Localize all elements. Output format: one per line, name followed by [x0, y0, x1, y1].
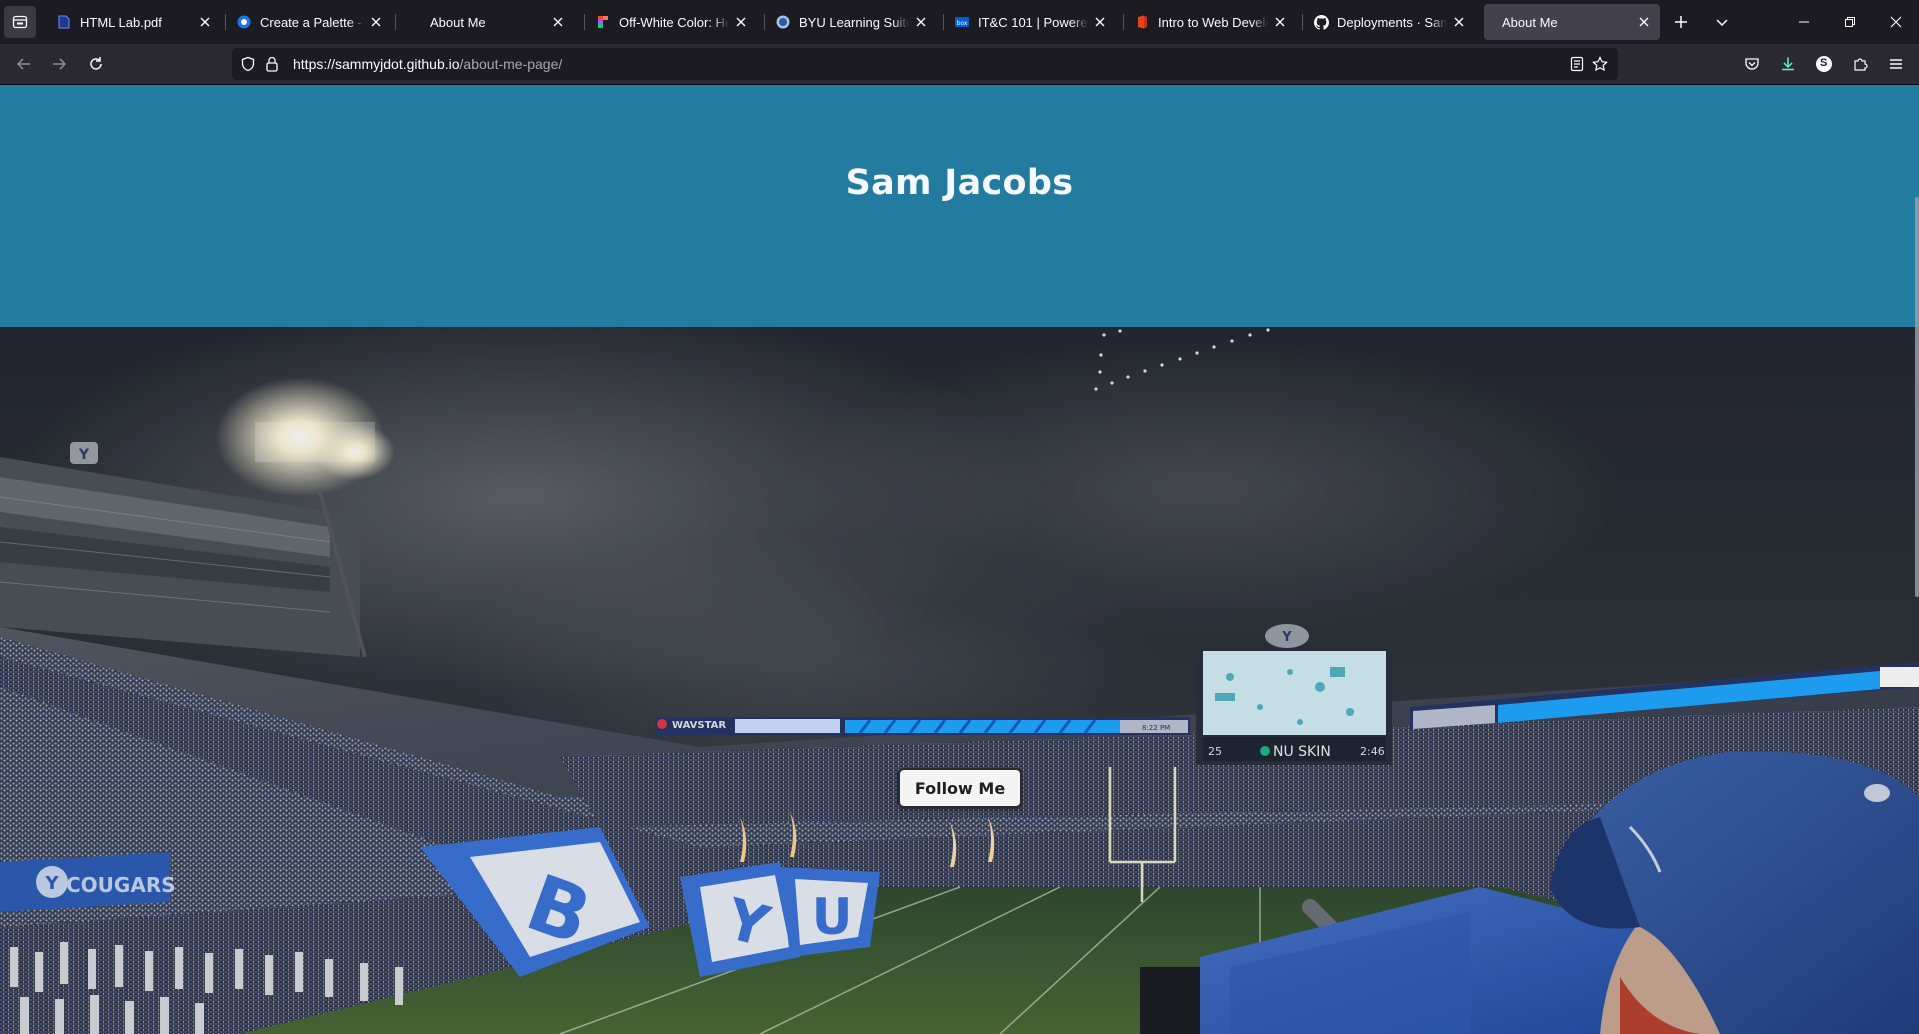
tab-title: About Me	[430, 14, 486, 30]
navigation-toolbar: https://sammyjdot.github.io/about-me-pag…	[0, 44, 1919, 85]
extensions-button[interactable]	[1844, 48, 1876, 80]
page-scrollbar[interactable]	[1915, 197, 1919, 597]
tab-about-me[interactable]: About Me	[395, 4, 574, 40]
stadium-photo: Y 8:22 PM WAVSTAR 25 NU SKIN 2:46 Y COUG…	[0, 327, 1919, 1034]
lock-icon[interactable]	[262, 54, 282, 74]
follow-me-button[interactable]: Follow Me	[898, 768, 1022, 808]
tab-title: HTML Lab.pdf	[80, 14, 162, 30]
page-icon	[406, 14, 422, 30]
list-all-tabs-button[interactable]	[1706, 6, 1738, 38]
box-icon: box	[954, 14, 970, 30]
tab-itc-101[interactable]: box IT&C 101 | Powered by Box	[943, 4, 1116, 40]
app-menu-button[interactable]	[1880, 48, 1912, 80]
page-header: Sam Jacobs	[0, 85, 1919, 327]
page-viewport: Sam Jacobs Y 8:22 PM WAVSTAR 25 NU SKIN …	[0, 85, 1919, 1034]
forward-button[interactable]	[43, 48, 75, 80]
tab-title: Intro to Web Development	[1158, 14, 1268, 30]
address-bar[interactable]: https://sammyjdot.github.io/about-me-pag…	[232, 48, 1618, 80]
tab-title: Create a Palette - Coolors	[260, 14, 364, 30]
close-window-button[interactable]	[1873, 0, 1919, 44]
url-host: https://sammyjdot.github.io	[293, 56, 460, 72]
tracking-protection-icon[interactable]	[238, 54, 258, 74]
firefox-view-button[interactable]	[4, 6, 36, 38]
restore-button[interactable]	[1827, 0, 1873, 44]
minimize-button[interactable]	[1781, 0, 1827, 44]
coolors-icon	[236, 14, 252, 30]
office-icon	[1134, 14, 1150, 30]
tab-title: BYU Learning Suite	[799, 14, 909, 30]
back-arrow-icon	[16, 58, 30, 70]
tab-off-white[interactable]: Off-White Color: Hex Code	[584, 4, 757, 40]
restore-icon	[1845, 17, 1855, 27]
forward-arrow-icon	[53, 58, 67, 70]
pocket-button[interactable]	[1736, 48, 1768, 80]
reader-view-icon[interactable]	[1567, 54, 1587, 74]
bookmark-star-icon[interactable]	[1590, 54, 1610, 74]
chevron-down-icon	[1716, 19, 1728, 27]
url-path: /about-me-page/	[459, 56, 563, 72]
reload-icon	[90, 57, 102, 70]
tab-title: Deployments · Sammyjdot	[1337, 14, 1447, 30]
tab-about-me-active[interactable]: About Me	[1484, 4, 1660, 40]
account-button[interactable]: S	[1808, 48, 1840, 80]
pocket-icon	[1745, 58, 1759, 70]
tab-strip: HTML Lab.pdf Create a Palette - Coolors …	[0, 0, 1919, 44]
hamburger-menu-icon	[1890, 59, 1902, 69]
close-tab-icon[interactable]	[197, 14, 213, 30]
svg-text:box: box	[957, 20, 968, 27]
new-tab-button[interactable]	[1665, 6, 1697, 38]
github-icon	[1313, 14, 1329, 30]
close-tab-icon[interactable]	[368, 14, 384, 30]
tab-coolors[interactable]: Create a Palette - Coolors	[225, 4, 392, 40]
firefox-view-icon	[12, 15, 28, 29]
close-tab-icon[interactable]	[550, 14, 566, 30]
page-title: Sam Jacobs	[845, 163, 1074, 203]
pdf-icon	[56, 14, 72, 30]
close-tab-icon[interactable]	[1092, 14, 1108, 30]
close-tab-icon[interactable]	[913, 14, 929, 30]
downloads-button[interactable]	[1772, 48, 1804, 80]
figma-icon	[595, 14, 611, 30]
close-tab-icon[interactable]	[733, 14, 749, 30]
tab-html-lab[interactable]: HTML Lab.pdf	[46, 4, 221, 40]
byu-icon	[775, 14, 791, 30]
back-button[interactable]	[8, 48, 40, 80]
minimize-icon	[1799, 21, 1809, 23]
close-tab-icon[interactable]	[1272, 14, 1288, 30]
hero-photo: Y 8:22 PM WAVSTAR 25 NU SKIN 2:46 Y COUG…	[0, 327, 1919, 1034]
close-icon	[1890, 16, 1902, 28]
tab-title: IT&C 101 | Powered by Box	[978, 14, 1088, 30]
account-initial: S	[1820, 57, 1828, 69]
reload-button[interactable]	[80, 48, 112, 80]
url-text[interactable]: https://sammyjdot.github.io/about-me-pag…	[293, 56, 562, 72]
tab-intro-web-dev[interactable]: Intro to Web Development	[1123, 4, 1296, 40]
puzzle-icon	[1854, 58, 1868, 71]
tab-byu-learning-suite[interactable]: BYU Learning Suite	[764, 4, 937, 40]
tab-title: Off-White Color: Hex Code	[619, 14, 729, 30]
close-tab-icon[interactable]	[1451, 14, 1467, 30]
tab-deployments[interactable]: Deployments · Sammyjdot	[1302, 4, 1475, 40]
plus-icon	[1675, 16, 1687, 28]
download-icon	[1782, 57, 1794, 71]
tab-title: About Me	[1502, 14, 1558, 30]
close-tab-icon[interactable]	[1636, 14, 1652, 30]
